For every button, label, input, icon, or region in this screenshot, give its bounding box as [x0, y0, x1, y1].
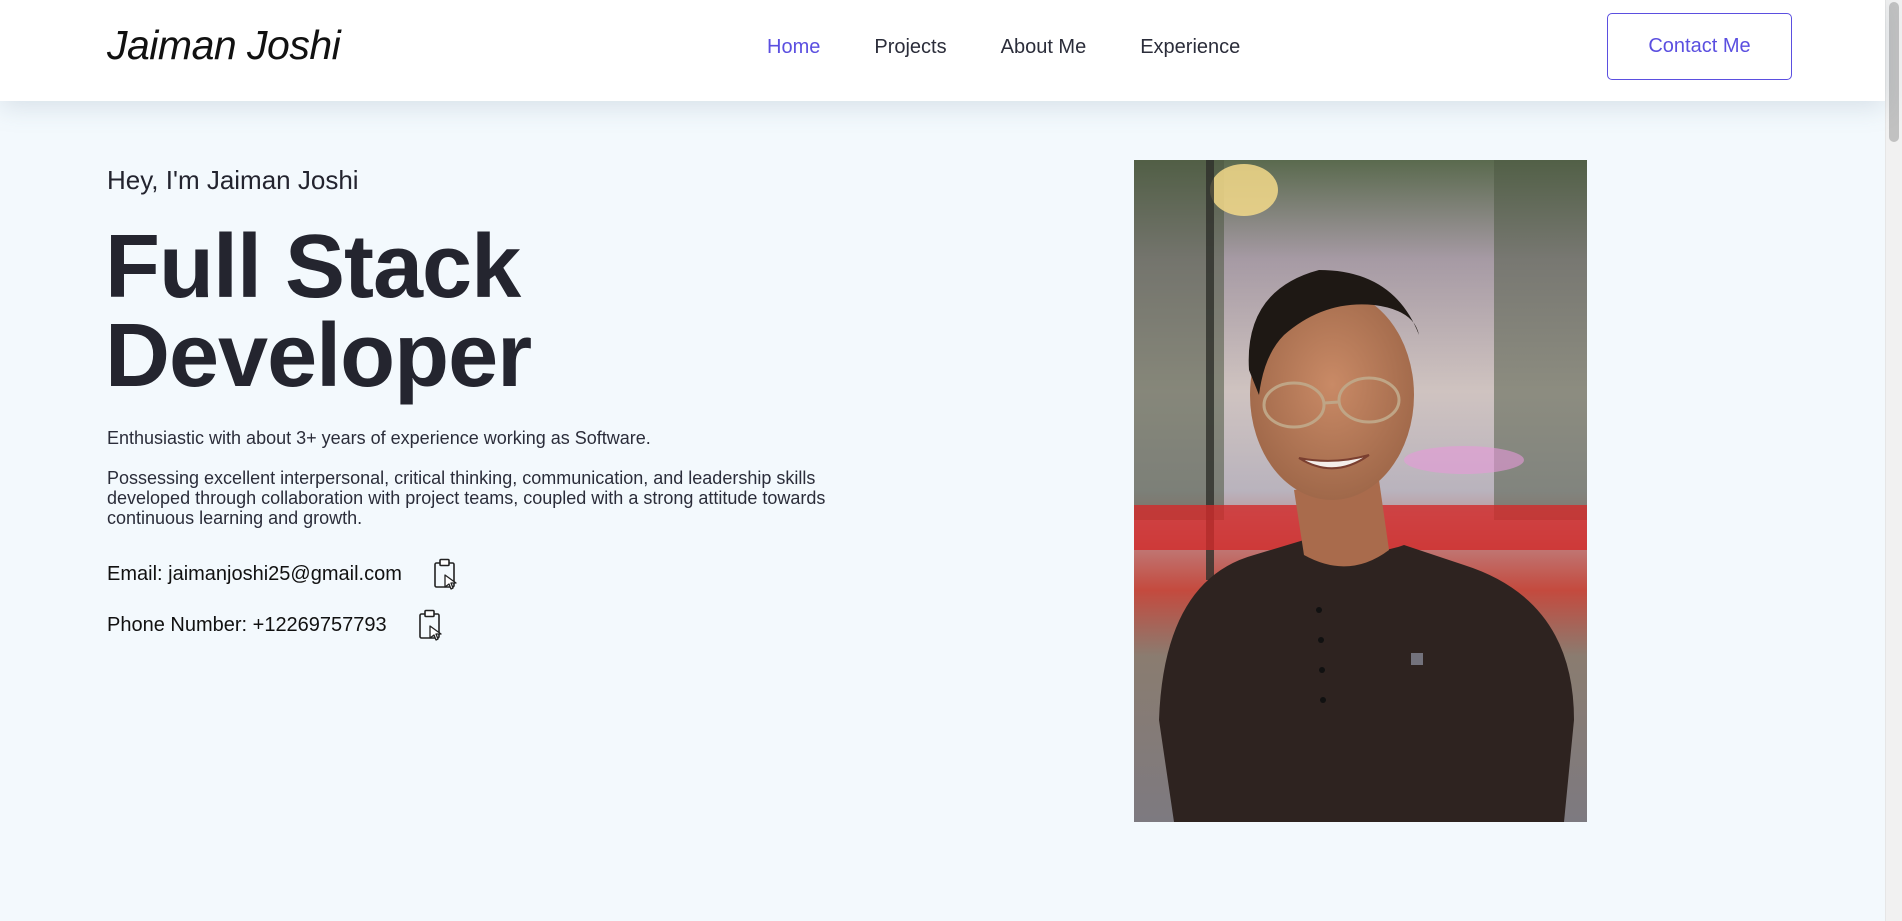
email-row: Email: jaimanjoshi25@gmail.com: [107, 557, 460, 591]
scrollbar-thumb[interactable]: [1889, 2, 1899, 142]
nav-about-me[interactable]: About Me: [1001, 36, 1087, 59]
hero-section: Hey, I'm Jaiman Joshi Full Stack Develop…: [0, 101, 1885, 921]
copy-email-icon[interactable]: [432, 557, 460, 591]
intro-text: Enthusiastic with about 3+ years of expe…: [107, 428, 651, 448]
role-title: Full Stack Developer: [105, 217, 705, 406]
vertical-scrollbar[interactable]: [1885, 0, 1902, 921]
role-line-1: Full Stack: [105, 217, 521, 317]
brand-logo[interactable]: Jaiman Joshi: [107, 22, 341, 69]
nav-experience[interactable]: Experience: [1140, 36, 1240, 59]
summary-text: Possessing excellent interpersonal, crit…: [107, 468, 826, 528]
nav-home[interactable]: Home: [767, 36, 820, 59]
contact-me-button[interactable]: Contact Me: [1607, 13, 1792, 80]
role-line-2: Developer: [105, 306, 532, 406]
copy-phone-icon[interactable]: [417, 608, 445, 642]
profile-photo: [1134, 160, 1587, 822]
site-header: Jaiman Joshi Home Projects About Me Expe…: [0, 0, 1885, 101]
email-text: Email: jaimanjoshi25@gmail.com: [107, 562, 402, 585]
greeting: Hey, I'm Jaiman Joshi: [107, 165, 359, 195]
phone-text: Phone Number: +12269757793: [107, 613, 387, 636]
phone-row: Phone Number: +12269757793: [107, 608, 445, 642]
nav-projects[interactable]: Projects: [874, 36, 946, 59]
main-nav: Home Projects About Me Experience: [767, 36, 1294, 59]
